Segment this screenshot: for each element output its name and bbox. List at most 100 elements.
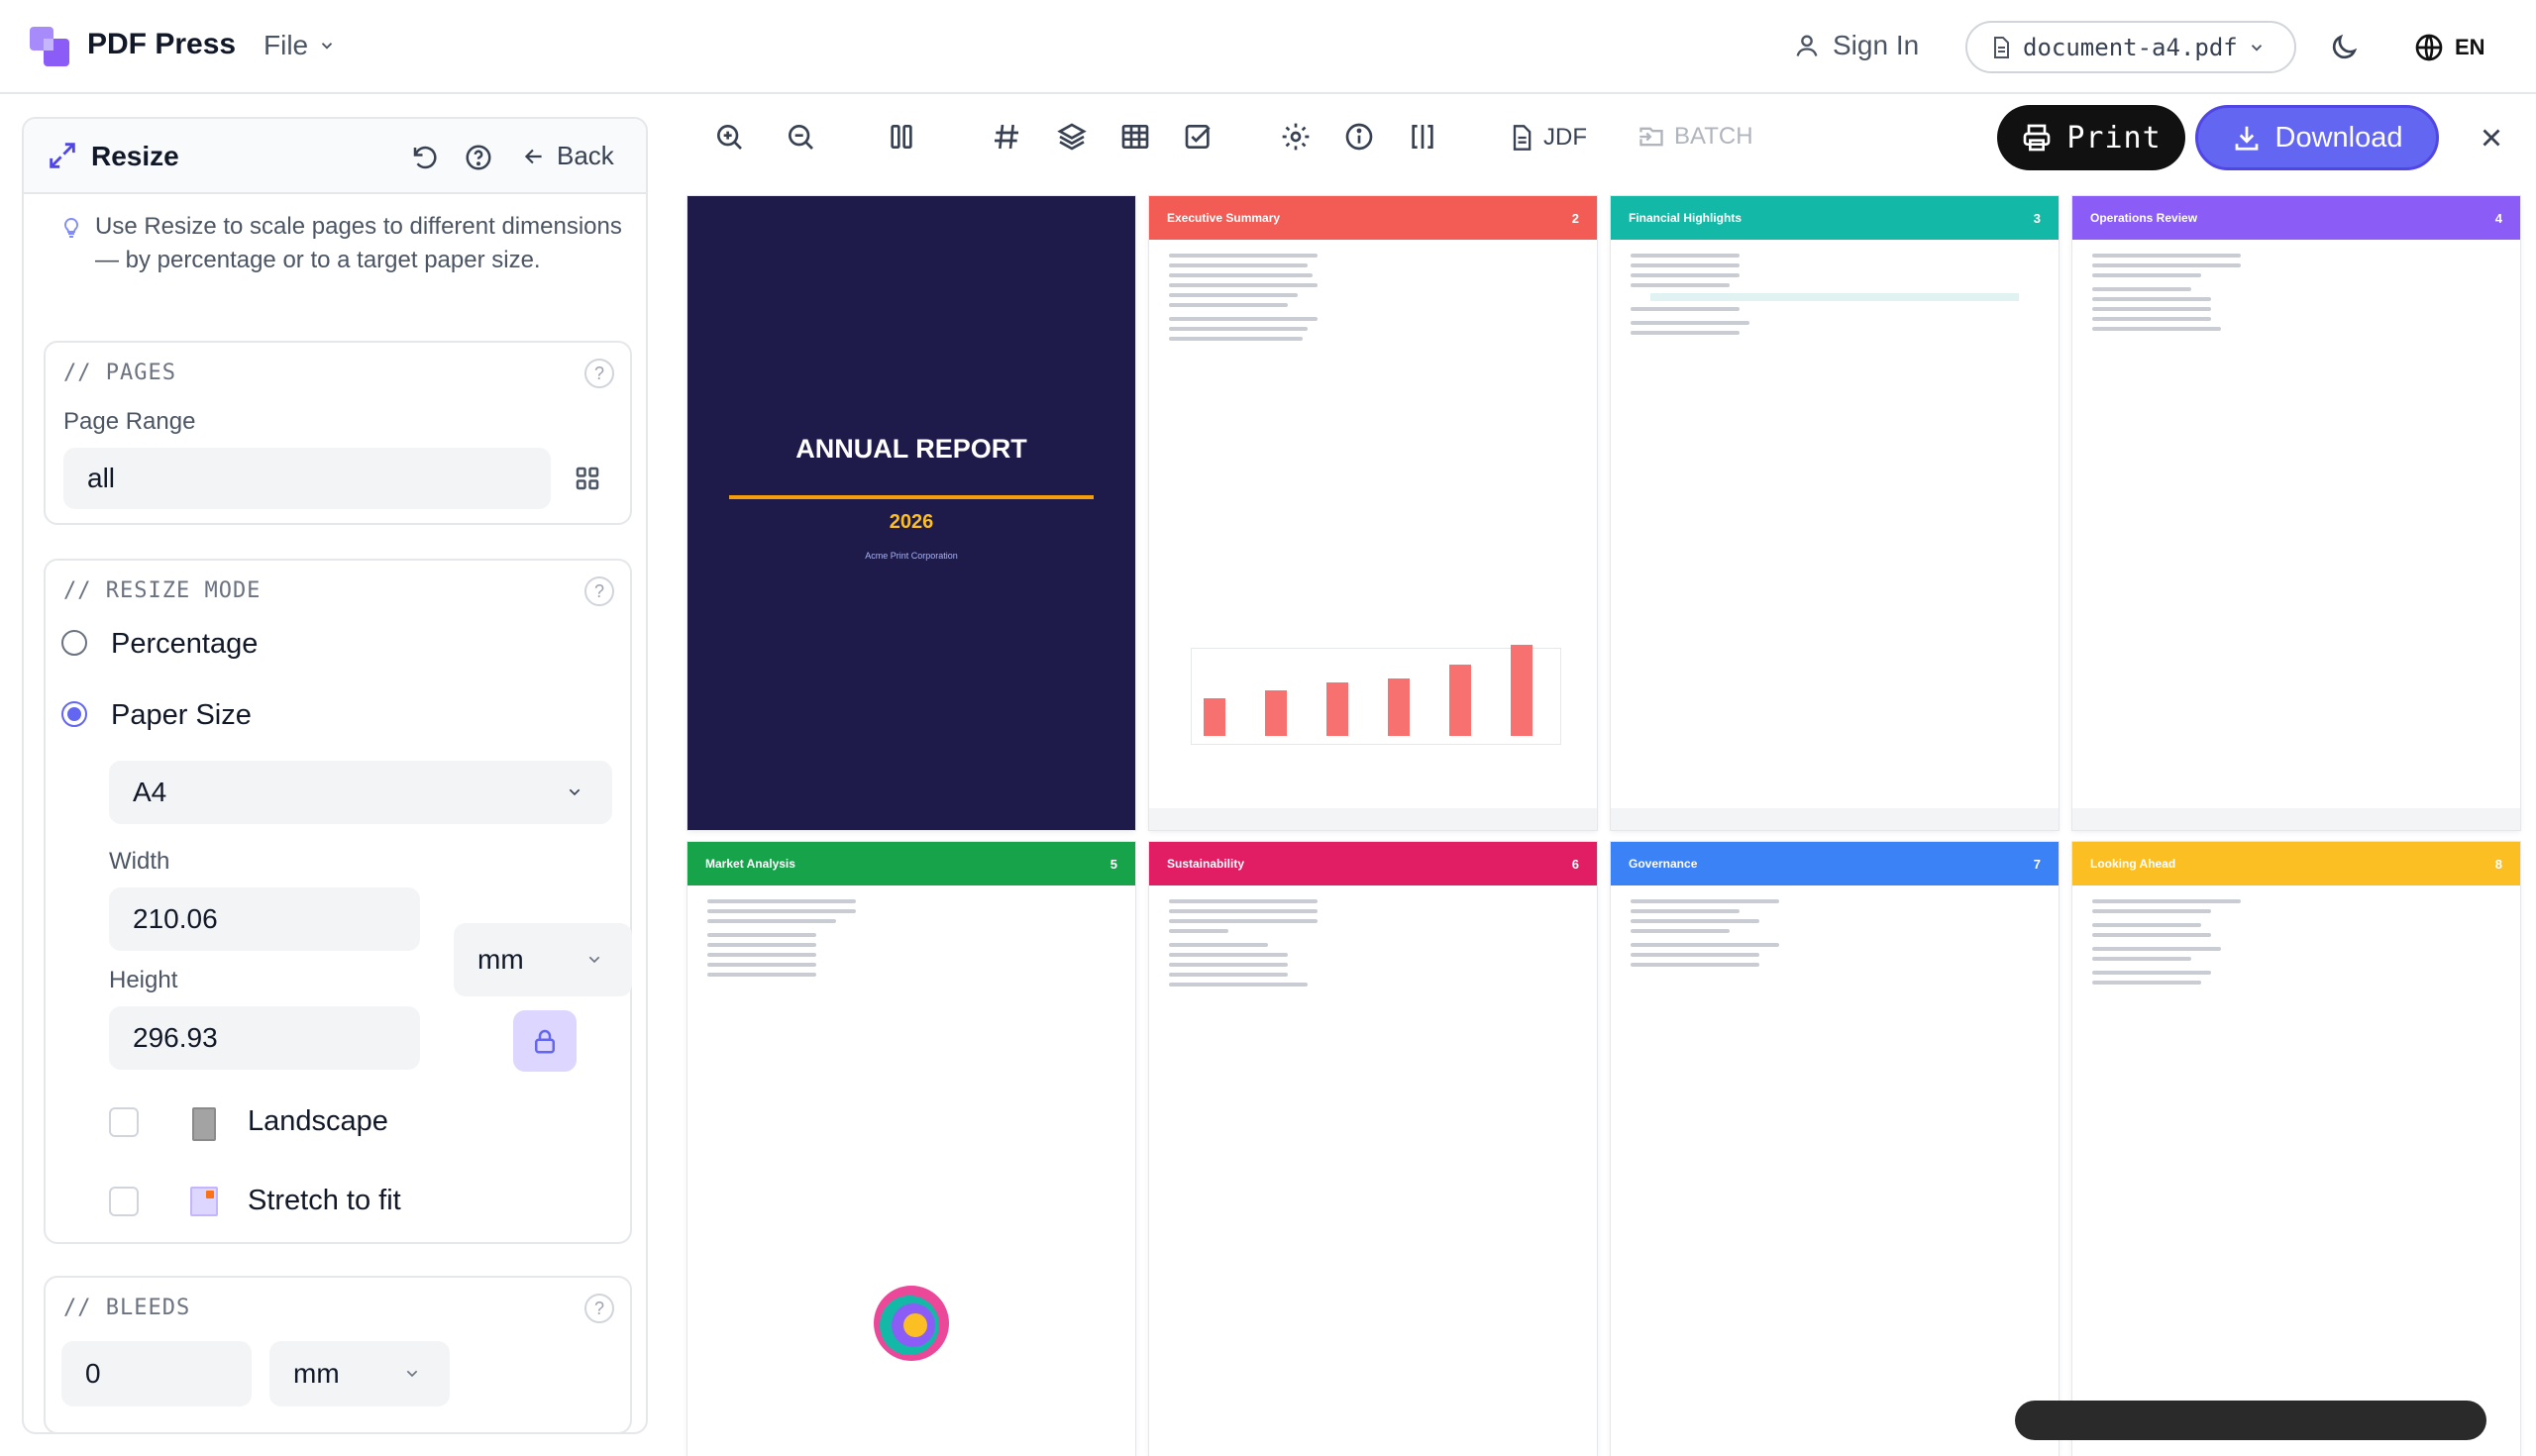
page-title: Market Analysis — [705, 857, 795, 871]
aspect-lock-button[interactable] — [513, 1010, 577, 1072]
download-icon — [2232, 123, 2262, 153]
zoom-in-icon[interactable] — [713, 121, 745, 153]
lightbulb-icon — [59, 214, 83, 242]
unit-select[interactable]: mm — [454, 923, 632, 996]
chevron-down-icon — [318, 37, 336, 54]
page-title: Looking Ahead — [2090, 857, 2176, 871]
paper-size-select[interactable]: A4 — [109, 761, 612, 824]
split-icon[interactable] — [1407, 121, 1438, 153]
back-label: Back — [557, 141, 614, 170]
moon-icon[interactable] — [2328, 32, 2360, 63]
pages-section-label: // PAGES — [63, 361, 176, 385]
page-number: 8 — [2494, 856, 2502, 872]
lock-icon — [530, 1026, 560, 1056]
unit-value: mm — [477, 944, 524, 975]
page-header-band: Financial Highlights 3 — [1611, 196, 2059, 240]
landscape-checkbox[interactable] — [109, 1107, 139, 1137]
paper-size-value: A4 — [133, 777, 167, 807]
paper-size-label[interactable]: Paper Size — [111, 699, 252, 732]
page-thumbnail-grid: ANNUAL REPORT 2026 Acme Print Corporatio… — [687, 196, 2520, 1456]
pages-section: // PAGES ? Page Range all — [44, 341, 632, 525]
bleeds-unit-value: mm — [293, 1358, 340, 1389]
file-icon — [1989, 35, 2013, 60]
bleeds-help-icon[interactable]: ? — [584, 1294, 614, 1323]
cover-year: 2026 — [889, 511, 934, 533]
height-label: Height — [109, 967, 178, 993]
page-thumbnail-5[interactable]: Market Analysis 5 — [687, 842, 1135, 1456]
page-title: Financial Highlights — [1629, 211, 1743, 225]
arrow-left-icon — [521, 144, 547, 169]
file-menu[interactable]: File — [264, 30, 336, 61]
help-icon[interactable] — [464, 143, 493, 172]
stretch-checkbox[interactable] — [109, 1187, 139, 1216]
page-title: Sustainability — [1167, 857, 1245, 871]
bleeds-value: 0 — [85, 1358, 101, 1389]
hint-text: Use Resize to scale pages to different d… — [95, 213, 622, 273]
portrait-page-icon — [192, 1107, 216, 1141]
close-icon[interactable] — [2477, 123, 2506, 153]
download-button[interactable]: Download — [2195, 105, 2439, 170]
percentage-label[interactable]: Percentage — [111, 628, 258, 661]
checkbox-icon[interactable] — [1183, 121, 1215, 153]
page-number: 4 — [2494, 210, 2502, 226]
page-header-band: Governance 7 — [1611, 842, 2059, 885]
printer-icon — [2021, 122, 2053, 154]
resize-mode-help-icon[interactable]: ? — [584, 576, 614, 606]
undo-icon[interactable] — [410, 143, 440, 172]
page-thumbnail-3[interactable]: Financial Highlights 3 — [1611, 196, 2059, 830]
page-thumbnail-1[interactable]: ANNUAL REPORT 2026 Acme Print Corporatio… — [687, 196, 1135, 830]
resize-mode-section: // RESIZE MODE ? Percentage Paper Size A… — [44, 559, 632, 1244]
bleeds-section-label: // BLEEDS — [63, 1296, 191, 1320]
page-title: Executive Summary — [1167, 211, 1281, 225]
chevron-down-icon — [565, 784, 584, 800]
bleeds-section: // BLEEDS ? 0 mm — [44, 1276, 632, 1432]
pages-help-icon[interactable]: ? — [584, 359, 614, 388]
paper-size-radio[interactable] — [61, 701, 87, 727]
logo-icon[interactable] — [30, 27, 71, 68]
height-input[interactable]: 296.93 — [109, 1006, 420, 1070]
page-thumbnail-2[interactable]: Executive Summary 2 — [1149, 196, 1597, 830]
batch-button[interactable]: BATCH — [1637, 123, 1753, 151]
columns-icon[interactable] — [886, 121, 917, 153]
page-thumbnail-7[interactable]: Governance 7 — [1611, 842, 2059, 1456]
page-thumbnail-6[interactable]: Sustainability 6 — [1149, 842, 1597, 1456]
page-number: 7 — [2033, 856, 2041, 872]
grid-icon[interactable] — [573, 464, 602, 493]
page-thumbnail-8[interactable]: Looking Ahead 8 — [2072, 842, 2520, 1456]
page-header-band: Market Analysis 5 — [687, 842, 1135, 885]
print-label: Print — [2066, 120, 2162, 156]
language-switcher[interactable]: EN — [2413, 32, 2485, 63]
back-button[interactable]: Back — [521, 141, 614, 171]
stretch-label[interactable]: Stretch to fit — [248, 1185, 401, 1217]
user-icon — [1793, 32, 1821, 59]
sign-in-button[interactable]: Sign In — [1793, 30, 1919, 61]
preview-toolbar: JDF BATCH Print Download — [672, 95, 2536, 184]
document-selector[interactable]: document-a4.pdf — [1965, 21, 2296, 73]
width-input[interactable]: 210.06 — [109, 887, 420, 951]
stretch-icon — [190, 1187, 218, 1216]
gear-icon[interactable] — [1280, 121, 1312, 153]
page-number: 6 — [1571, 856, 1579, 872]
landscape-label[interactable]: Landscape — [248, 1105, 388, 1138]
page-thumbnail-4[interactable]: Operations Review 4 — [2072, 196, 2520, 830]
print-button[interactable]: Print — [1997, 105, 2185, 170]
jdf-button[interactable]: JDF — [1508, 123, 1587, 153]
page-header-band: Looking Ahead 8 — [2072, 842, 2520, 885]
page-range-input[interactable]: all — [63, 448, 551, 509]
zoom-out-icon[interactable] — [785, 121, 816, 153]
page-number: 5 — [1110, 856, 1117, 872]
hash-icon[interactable] — [991, 121, 1022, 153]
percentage-radio[interactable] — [61, 630, 87, 656]
bleeds-input[interactable]: 0 — [61, 1341, 252, 1406]
app-title[interactable]: PDF Press — [87, 28, 236, 61]
layers-icon[interactable] — [1056, 121, 1088, 153]
chevron-down-icon — [2248, 39, 2266, 56]
panel-header: Resize Back — [24, 119, 646, 194]
page-title: Operations Review — [2090, 211, 2198, 225]
resize-panel: Resize Back Use Resize to scale pages to… — [22, 117, 648, 1434]
info-icon[interactable] — [1343, 121, 1375, 153]
bleeds-unit-select[interactable]: mm — [269, 1341, 450, 1406]
table-icon[interactable] — [1119, 121, 1151, 153]
cover-title: ANNUAL REPORT — [795, 434, 1027, 464]
cover-rule — [729, 495, 1094, 499]
